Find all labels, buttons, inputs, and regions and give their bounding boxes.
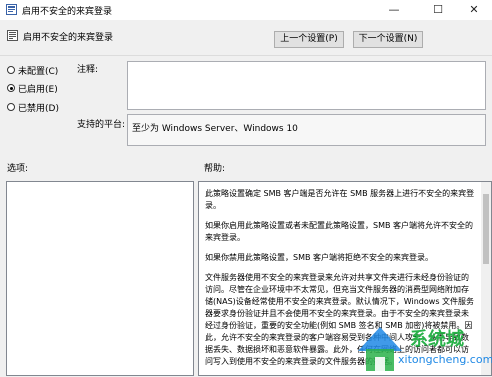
help-label: 帮助: xyxy=(204,164,226,174)
policy-name: 启用不安全的来宾登录 xyxy=(23,33,114,43)
maximize-button[interactable]: ☐ xyxy=(424,0,452,20)
header-separator xyxy=(0,55,492,56)
minimize-button[interactable]: — xyxy=(380,0,408,20)
radio-not-configured[interactable]: 未配置(C) xyxy=(7,64,59,77)
radio-enabled[interactable]: 已启用(E) xyxy=(7,82,58,95)
close-button[interactable]: ✕ xyxy=(460,0,488,20)
radio-label: 未配置(C) xyxy=(18,66,59,77)
radio-label: 已禁用(D) xyxy=(18,103,59,114)
options-pane xyxy=(6,181,194,376)
help-paragraph: 如果你启用此策略设置或者未配置此策略设置，SMB 客户端将允许不安全的来宾登录。 xyxy=(205,221,474,242)
watermark-logo: 系统城 xitongcheng.com xyxy=(348,319,492,374)
policy-setting-icon xyxy=(7,30,18,41)
platform-box: 至少为 Windows Server、Windows 10 xyxy=(127,114,486,146)
help-paragraph: 如果你禁用此策略设置，SMB 客户端将拒绝不安全的来宾登录。 xyxy=(205,253,434,262)
previous-setting-button[interactable]: 上一个设置(P) xyxy=(274,31,344,48)
options-label: 选项: xyxy=(7,164,29,174)
help-paragraph: 此策略设置确定 SMB 客户端是否允许在 SMB 服务器上进行不安全的来宾登录。 xyxy=(205,189,475,210)
radio-button[interactable] xyxy=(7,103,15,111)
next-setting-button[interactable]: 下一个设置(N) xyxy=(353,31,423,48)
watermark-url: xitongcheng.com xyxy=(398,353,492,366)
platform-value: 至少为 Windows Server、Windows 10 xyxy=(132,124,298,134)
platform-label: 支持的平台: xyxy=(77,120,126,130)
radio-disabled[interactable]: 已禁用(D) xyxy=(7,101,59,114)
radio-button-checked[interactable] xyxy=(7,84,15,92)
comment-label: 注释: xyxy=(77,65,99,75)
radio-button[interactable] xyxy=(7,66,15,74)
window-title: 启用不安全的来宾登录 xyxy=(22,7,113,17)
radio-label: 已启用(E) xyxy=(18,84,58,95)
watermark-text: 系统城 xyxy=(410,329,464,350)
scroll-thumb[interactable] xyxy=(483,194,489,264)
policy-window-icon xyxy=(6,4,17,15)
comment-textbox[interactable] xyxy=(127,61,486,110)
title-bar: 启用不安全的来宾登录 — ☐ ✕ xyxy=(0,0,492,20)
